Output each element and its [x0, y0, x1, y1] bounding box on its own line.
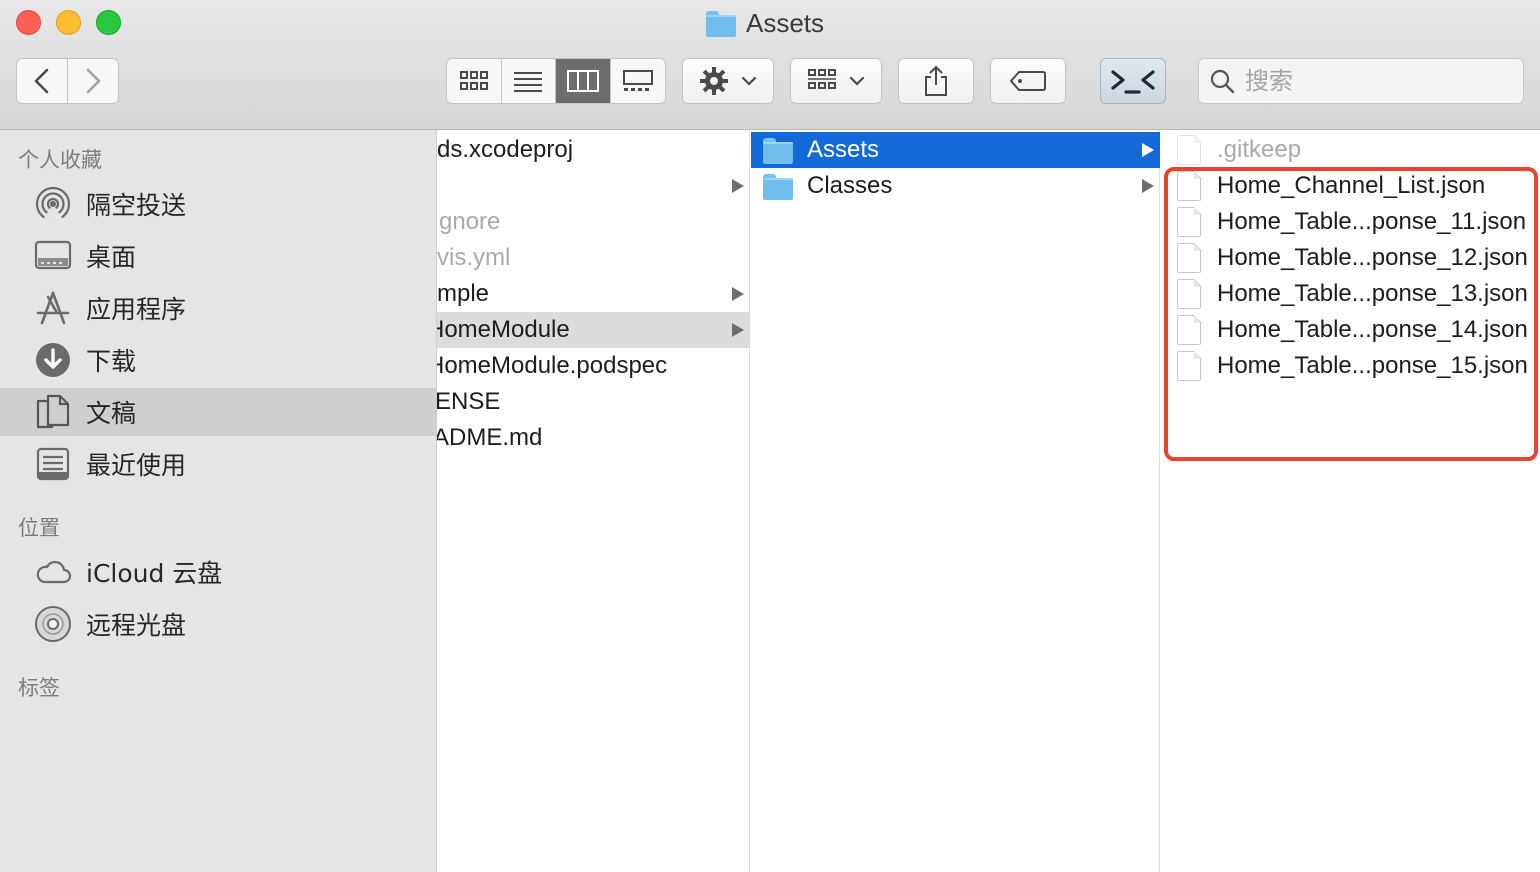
cloud-icon	[34, 553, 72, 591]
browser-column-2: Assets Classes	[751, 130, 1160, 872]
list-item[interactable]: mple	[437, 276, 749, 312]
document-icon	[1177, 314, 1202, 345]
sidebar-item-desktop[interactable]: 桌面	[0, 232, 436, 280]
sidebar-item-airdrop[interactable]: 隔空投送	[0, 180, 436, 228]
search-input[interactable]	[1245, 67, 1505, 95]
document-icon	[1177, 170, 1202, 201]
browser-column-1: ds.xcodeproj gnore vis.yml mple HomeModu…	[437, 130, 750, 872]
list-item[interactable]: Home_Channel_List.json	[1161, 168, 1540, 204]
chevron-down-icon	[741, 76, 757, 86]
open-in-terminal-button[interactable]	[1100, 58, 1166, 104]
sidebar-item-label: 文稿	[86, 399, 137, 428]
sidebar-item-documents[interactable]: 文稿	[0, 388, 436, 436]
disclosure-arrow-icon	[1142, 143, 1154, 157]
gallery-view-button[interactable]	[611, 59, 666, 103]
window-title: Assets	[706, 6, 824, 40]
list-item[interactable]: Home_Table...ponse_11.json	[1161, 204, 1540, 240]
back-button[interactable]	[17, 59, 68, 103]
sidebar-item-downloads[interactable]: 下载	[0, 336, 436, 384]
list-item[interactable]: vis.yml	[437, 240, 749, 276]
window-title-text: Assets	[746, 7, 825, 38]
sidebar-item-label: iCloud 云盘	[86, 559, 223, 588]
terminal-icon	[1111, 70, 1155, 94]
chevron-down-icon	[849, 76, 865, 86]
list-item[interactable]: Home_Table...ponse_14.json	[1161, 312, 1540, 348]
disclosure-arrow-icon	[732, 287, 744, 301]
list-item[interactable]	[437, 168, 749, 204]
downloads-icon	[34, 341, 72, 379]
chevron-right-icon	[86, 68, 101, 94]
airdrop-icon	[34, 185, 72, 223]
list-item[interactable]: ds.xcodeproj	[437, 132, 749, 168]
desktop-icon	[34, 237, 72, 275]
document-icon	[1177, 134, 1202, 165]
search-icon	[1210, 69, 1235, 94]
documents-icon	[34, 393, 72, 431]
share-icon	[925, 65, 947, 96]
list-item[interactable]: gnore	[437, 204, 749, 240]
sidebar-item-icloud[interactable]: iCloud 云盘	[0, 548, 436, 596]
share-button[interactable]	[898, 58, 974, 104]
list-item[interactable]: .gitkeep	[1161, 132, 1540, 168]
icon-view-button[interactable]	[447, 59, 502, 103]
list-item[interactable]: HomeModule.podspec	[437, 348, 749, 384]
disc-icon	[34, 605, 72, 643]
disclosure-arrow-icon	[732, 179, 744, 193]
search-field[interactable]	[1198, 58, 1524, 104]
maximize-window-button[interactable]	[96, 10, 121, 35]
sidebar-item-label: 最近使用	[86, 451, 187, 480]
grid-group-icon	[808, 69, 836, 89]
list-view-button[interactable]	[502, 59, 556, 103]
list-item-selected[interactable]: HomeModule	[437, 312, 749, 348]
navigation-buttons	[16, 58, 119, 104]
folder-icon	[763, 138, 793, 164]
document-icon	[1177, 206, 1202, 237]
browser-column-3: .gitkeep Home_Channel_List.json Home_Tab…	[1161, 130, 1540, 872]
disclosure-arrow-icon	[1142, 179, 1154, 193]
list-item[interactable]: Classes	[751, 168, 1160, 204]
recents-icon	[34, 445, 72, 483]
folder-icon	[763, 174, 793, 200]
close-window-button[interactable]	[16, 10, 41, 35]
forward-button[interactable]	[68, 59, 119, 103]
sidebar-item-label: 下载	[86, 347, 137, 376]
gallery-view-icon	[622, 70, 653, 91]
list-item[interactable]: Home_Table...ponse_15.json	[1161, 348, 1540, 384]
folder-icon	[706, 11, 736, 37]
list-item-selected[interactable]: Assets	[751, 132, 1160, 168]
minimize-window-button[interactable]	[56, 10, 81, 35]
document-icon	[1177, 350, 1202, 381]
applications-icon	[34, 289, 72, 327]
tags-header: 标签	[18, 676, 60, 700]
column-view-icon	[566, 70, 599, 92]
list-item[interactable]: ADME.md	[437, 420, 749, 456]
document-icon	[1177, 278, 1202, 309]
sidebar-item-remote-disc[interactable]: 远程光盘	[0, 600, 436, 648]
list-item[interactable]: Home_Table...ponse_12.json	[1161, 240, 1540, 276]
list-view-icon	[514, 72, 543, 92]
sidebar-item-label: 隔空投送	[86, 191, 187, 220]
window-toolbar: Assets	[0, 0, 1540, 130]
disclosure-arrow-icon	[732, 323, 744, 337]
action-menu-button[interactable]	[682, 58, 774, 104]
favorites-header: 个人收藏	[18, 148, 102, 172]
group-by-button[interactable]	[790, 58, 882, 104]
list-item[interactable]: Home_Table...ponse_13.json	[1161, 276, 1540, 312]
view-mode-control	[446, 58, 666, 104]
locations-header: 位置	[18, 516, 60, 540]
tag-button[interactable]	[990, 58, 1066, 104]
sidebar: 个人收藏 隔空投送 桌面 应用程序 下载 文稿 最近使用 位置 iCloud 云…	[0, 130, 437, 872]
sidebar-item-label: 应用程序	[86, 295, 187, 324]
tag-icon	[1010, 71, 1046, 91]
list-item[interactable]: ENSE	[437, 384, 749, 420]
gear-icon	[700, 67, 728, 95]
chevron-left-icon	[34, 68, 49, 94]
sidebar-item-recents[interactable]: 最近使用	[0, 440, 436, 488]
column-view-button[interactable]	[556, 59, 611, 103]
sidebar-item-label: 桌面	[86, 243, 137, 272]
sidebar-item-label: 远程光盘	[86, 611, 187, 640]
sidebar-item-applications[interactable]: 应用程序	[0, 284, 436, 332]
document-icon	[1177, 242, 1202, 273]
icon-view-icon	[459, 71, 488, 90]
